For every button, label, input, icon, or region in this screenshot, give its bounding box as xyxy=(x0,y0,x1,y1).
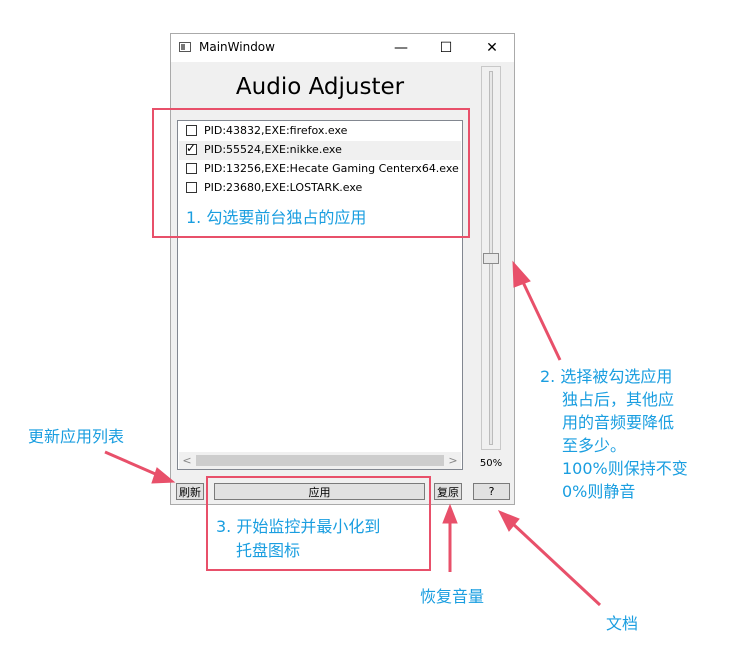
main-window: MainWindow — ☐ ✕ Audio Adjuster PID:4383… xyxy=(170,33,515,505)
scrollbar-thumb[interactable] xyxy=(196,455,444,466)
minimize-button[interactable]: — xyxy=(379,34,423,62)
volume-percent: 50% xyxy=(479,458,503,469)
arrow-to-help xyxy=(510,521,602,607)
docs-note: 文档 xyxy=(606,614,639,633)
app-icon xyxy=(179,42,191,52)
step1-note: 1. 勾选要前台独占的应用 xyxy=(186,208,367,227)
step2-line: 至多少。 xyxy=(562,436,627,455)
slider-thumb[interactable] xyxy=(483,253,499,264)
volume-slider[interactable] xyxy=(481,66,501,450)
help-button[interactable]: ? xyxy=(473,483,510,500)
arrow-to-refresh xyxy=(104,450,161,478)
page-title: Audio Adjuster xyxy=(235,74,405,100)
step2-line: 100%则保持不变 xyxy=(562,459,688,478)
arrow-to-slider xyxy=(520,279,562,361)
horizontal-scrollbar[interactable]: < > xyxy=(179,452,461,469)
close-button[interactable]: ✕ xyxy=(470,34,514,62)
step2-line: 独占后，其他应 xyxy=(562,390,675,409)
step3-line: 3. 开始监控并最小化到 xyxy=(216,517,381,536)
window-title: MainWindow xyxy=(199,40,275,54)
arrow-head-help xyxy=(497,510,520,532)
restore-button[interactable]: 复原 xyxy=(434,483,462,500)
refresh-button[interactable]: 刷新 xyxy=(176,483,204,500)
restore-note: 恢复音量 xyxy=(420,587,485,606)
refresh-note: 更新应用列表 xyxy=(28,427,125,446)
step2-line: 0%则静音 xyxy=(562,482,636,501)
maximize-button[interactable]: ☐ xyxy=(424,34,468,62)
arrow-head-restore xyxy=(442,503,458,524)
step3-line: 托盘图标 xyxy=(236,541,301,560)
step2-line: 2. 选择被勾选应用 xyxy=(540,367,673,386)
scroll-right-icon[interactable]: > xyxy=(445,453,461,468)
title-bar[interactable]: MainWindow — ☐ ✕ xyxy=(171,34,514,62)
arrow-head-slider xyxy=(512,260,531,288)
step2-line: 用的音频要降低 xyxy=(562,413,675,432)
step2-note: 2. 选择被勾选应用 独占后，其他应 用的音频要降低 至多少。 100%则保持不… xyxy=(540,365,730,503)
scroll-left-icon[interactable]: < xyxy=(179,453,195,468)
step3-note: 3. 开始监控并最小化到 托盘图标 xyxy=(216,515,426,563)
